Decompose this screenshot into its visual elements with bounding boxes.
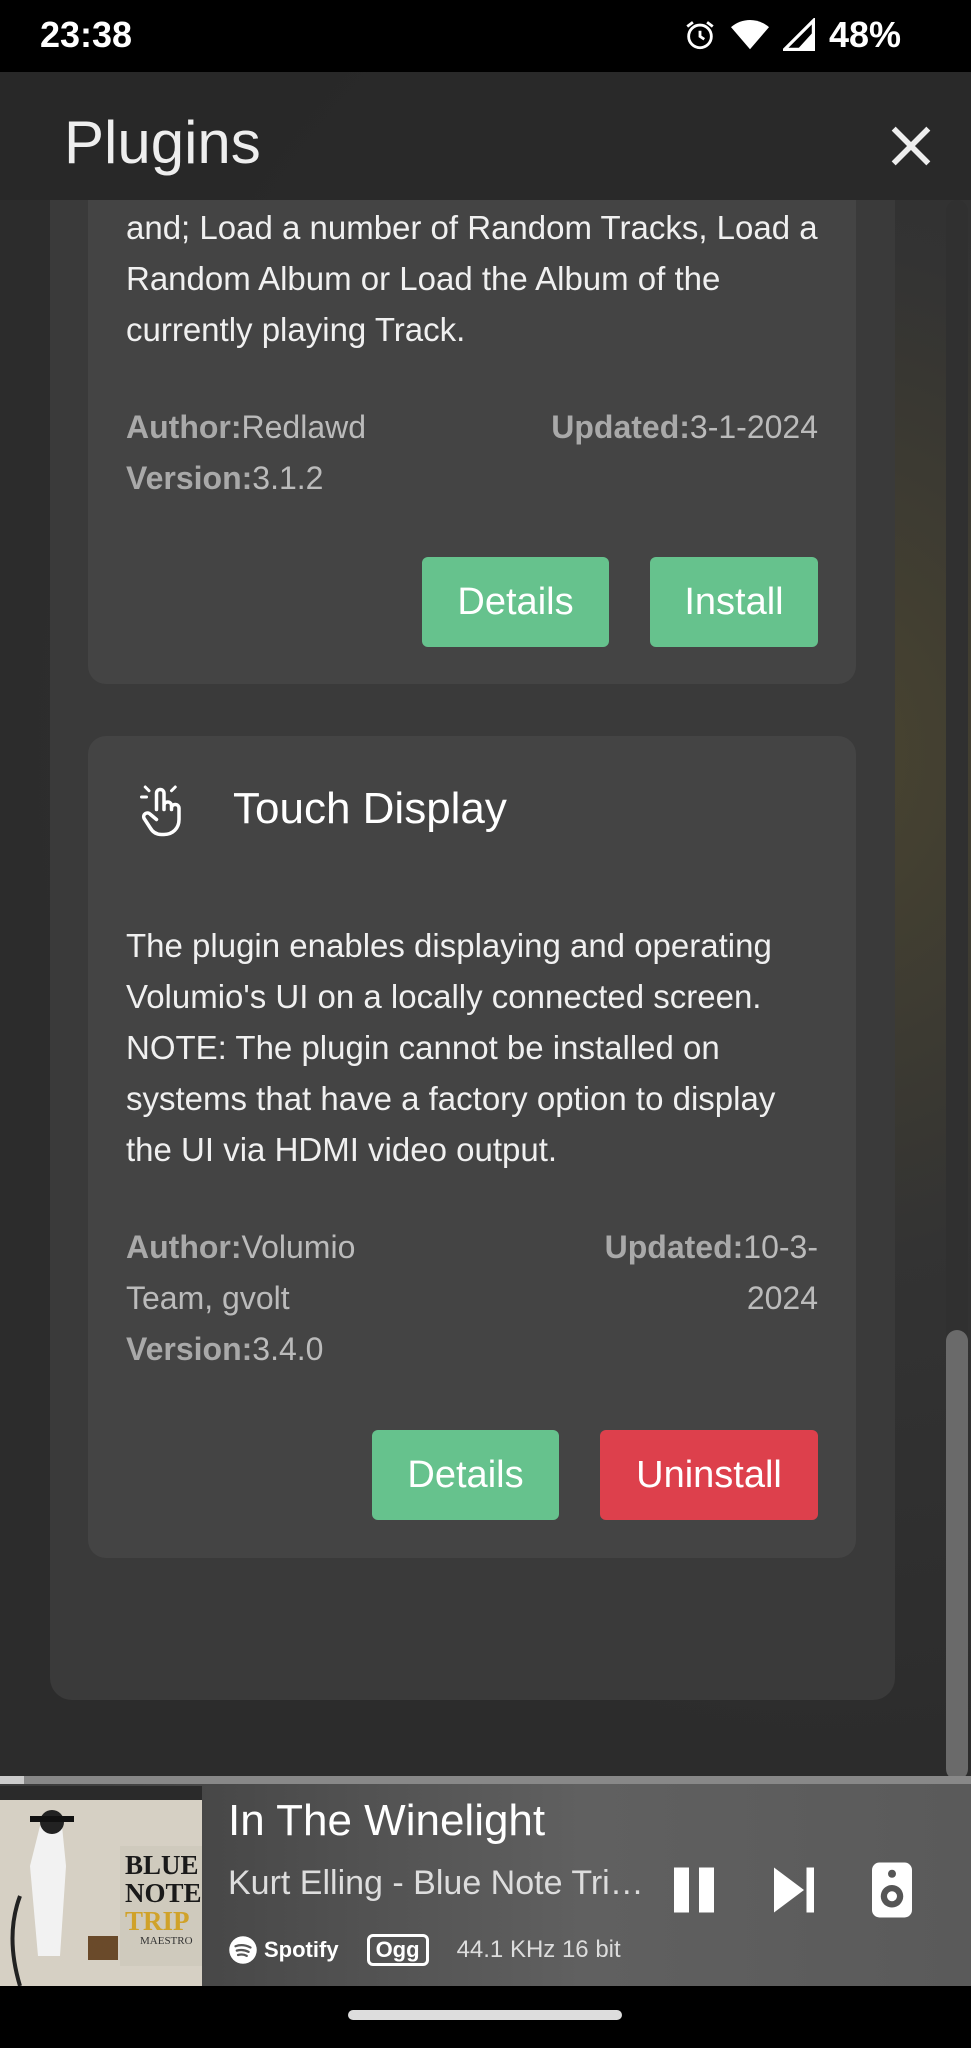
plugin-updated: Updated:3-1-2024 — [551, 409, 818, 445]
plugin-version: Version:3.1.2 — [126, 460, 324, 496]
home-gesture-bar[interactable] — [348, 2010, 622, 2020]
spotify-badge: Spotify — [228, 1935, 339, 1965]
plugin-updated: Updated:10-3-2024 — [604, 1229, 818, 1316]
plugin-description: The plugin enables displaying and operat… — [126, 927, 776, 1168]
svg-text:NOTE: NOTE — [125, 1878, 202, 1908]
status-bar: 23:38 48% — [0, 0, 971, 72]
details-button[interactable]: Details — [422, 557, 609, 647]
album-art[interactable]: BLUE NOTE TRIP MAESTRO — [0, 1786, 202, 1986]
plugin-name: Touch Display — [233, 784, 507, 833]
hand-pointer-icon — [140, 785, 181, 837]
format-badge: Ogg — [366, 1934, 429, 1966]
svg-text:MAESTRO: MAESTRO — [140, 1935, 193, 1947]
status-time: 23:38 — [40, 14, 133, 55]
source-info: Spotify Ogg 44.1 KHz 16 bit — [228, 1934, 621, 1966]
progress-fill — [0, 1776, 24, 1784]
page-title: Plugins — [64, 109, 261, 176]
album-art-image: BLUE NOTE TRIP MAESTRO — [0, 1786, 202, 1986]
track-artist[interactable]: Kurt Elling - Blue Note Trip Maestro — [228, 1864, 648, 1903]
wifi-icon — [730, 19, 769, 50]
skip-next-icon[interactable] — [764, 1860, 824, 1920]
plugin-card-touch-display: Touch Display The plugin enables display… — [88, 736, 856, 1558]
source-name: Spotify — [264, 1937, 339, 1962]
speaker-icon[interactable] — [862, 1860, 922, 1920]
modal-header: Plugins — [0, 72, 971, 200]
scrollbar-thumb[interactable] — [946, 1330, 968, 1780]
svg-text:BLUE: BLUE — [125, 1850, 199, 1880]
svg-text:TRIP: TRIP — [125, 1906, 190, 1936]
spotify-icon — [229, 1936, 257, 1964]
plugin-version: Version:3.4.0 — [126, 1331, 324, 1367]
details-button[interactable]: Details — [372, 1430, 559, 1520]
audio-quality: 44.1 KHz 16 bit — [456, 1936, 621, 1963]
alarm-icon — [686, 21, 714, 50]
plugin-card-random: and; Load a number of Random Tracks, Loa… — [88, 200, 856, 684]
plugin-description: and; Load a number of Random Tracks, Loa… — [126, 209, 818, 348]
pause-icon[interactable] — [664, 1860, 724, 1920]
status-icons: 48% — [683, 14, 901, 56]
uninstall-button[interactable]: Uninstall — [600, 1430, 818, 1520]
plugin-author: Author:Redlawd — [126, 409, 367, 445]
progress-bar[interactable] — [0, 1776, 971, 1784]
install-button[interactable]: Install — [650, 557, 818, 647]
battery-level: 48% — [828, 14, 901, 55]
signal-icon — [782, 18, 815, 51]
plugin-author: Author:Volumio Team, gvolt — [126, 1229, 356, 1316]
close-icon[interactable] — [885, 120, 937, 172]
track-title[interactable]: In The Winelight — [228, 1796, 545, 1846]
